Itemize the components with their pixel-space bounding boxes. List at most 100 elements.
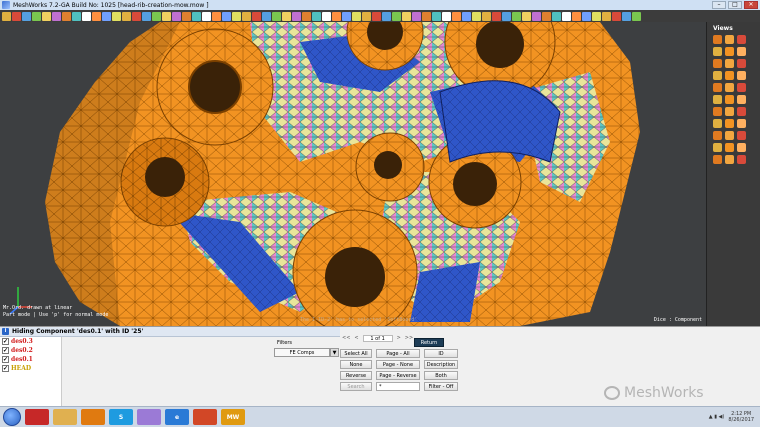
component-checkbox[interactable]: ✓ [2,338,9,345]
view-tool-icon[interactable] [737,47,746,56]
view-tool-icon[interactable] [725,59,734,68]
view-tool-icon[interactable] [725,95,734,104]
none-button[interactable]: None [340,360,372,369]
view-tool-icon[interactable] [737,35,746,44]
taskbar-app-media[interactable] [81,409,105,425]
toolbar-tool-icon[interactable] [32,11,41,21]
view-tool-icon[interactable] [737,107,746,116]
view-tool-icon[interactable] [725,47,734,56]
return-button[interactable]: Return [414,338,444,347]
toolbar-tool-icon[interactable] [352,11,361,21]
toolbar-tool-icon[interactable] [632,11,641,21]
id-button[interactable]: ID [424,349,458,358]
taskbar-app-powerpoint[interactable] [193,409,217,425]
filter-type-select[interactable]: FE Comps [274,348,330,357]
view-tool-icon[interactable] [713,59,722,68]
close-button[interactable]: ✕ [744,1,758,9]
view-tool-icon[interactable] [725,71,734,80]
toolbar-tool-icon[interactable] [432,11,441,21]
toolbar-tool-icon[interactable] [362,11,371,21]
toolbar-tool-icon[interactable] [12,11,21,21]
both-button[interactable]: Both [424,371,458,380]
toolbar-tool-icon[interactable] [212,11,221,21]
clock[interactable]: 2:12 PM 8/26/2017 [728,411,754,423]
taskbar-app-ie[interactable]: e [165,409,189,425]
toolbar-tool-icon[interactable] [42,11,51,21]
toolbar-tool-icon[interactable] [272,11,281,21]
view-tool-icon[interactable] [713,107,722,116]
toolbar-tool-icon[interactable] [2,11,11,21]
toolbar-tool-icon[interactable] [82,11,91,21]
view-tool-icon[interactable] [725,119,734,128]
toolbar-tool-icon[interactable] [512,11,521,21]
toolbar-tool-icon[interactable] [592,11,601,21]
view-tool-icon[interactable] [713,47,722,56]
component-checkbox[interactable]: ✓ [2,347,9,354]
view-tool-icon[interactable] [713,83,722,92]
component-row[interactable]: ✓ des0.1 [0,355,61,364]
reverse-button[interactable]: Reverse [340,371,372,380]
toolbar-tool-icon[interactable] [342,11,351,21]
view-tool-icon[interactable] [737,131,746,140]
search-input[interactable]: * [376,382,420,391]
view-tool-icon[interactable] [725,83,734,92]
view-tool-icon[interactable] [725,35,734,44]
toolbar-tool-icon[interactable] [402,11,411,21]
toolbar-tool-icon[interactable] [172,11,181,21]
toolbar-tool-icon[interactable] [412,11,421,21]
toolbar-tool-icon[interactable] [52,11,61,21]
view-tool-icon[interactable] [713,35,722,44]
toolbar-tool-icon[interactable] [132,11,141,21]
toolbar-tool-icon[interactable] [332,11,341,21]
toolbar-tool-icon[interactable] [102,11,111,21]
chevron-down-icon[interactable]: ▼ [330,348,339,357]
view-tool-icon[interactable] [725,107,734,116]
toolbar-tool-icon[interactable] [382,11,391,21]
toolbar-tool-icon[interactable] [112,11,121,21]
view-tool-icon[interactable] [737,83,746,92]
view-tool-icon[interactable] [725,143,734,152]
component-checkbox[interactable]: ✓ [2,356,9,363]
view-tool-icon[interactable] [713,71,722,80]
view-tool-icon[interactable] [737,155,746,164]
toolbar-tool-icon[interactable] [202,11,211,21]
toolbar-tool-icon[interactable] [582,11,591,21]
view-tool-icon[interactable] [737,59,746,68]
toolbar-tool-icon[interactable] [472,11,481,21]
toolbar-tool-icon[interactable] [622,11,631,21]
toolbar-tool-icon[interactable] [292,11,301,21]
toolbar-tool-icon[interactable] [442,11,451,21]
first-page-icon[interactable]: << [342,335,350,341]
toolbar-tool-icon[interactable] [92,11,101,21]
toolbar-tool-icon[interactable] [392,11,401,21]
toolbar-tool-icon[interactable] [422,11,431,21]
last-page-icon[interactable]: >> [405,335,413,341]
view-tool-icon[interactable] [713,131,722,140]
toolbar-tool-icon[interactable] [522,11,531,21]
toolbar-tool-icon[interactable] [322,11,331,21]
filter-off-button[interactable]: Filter - Off [424,382,458,391]
minimize-button[interactable]: – [712,1,726,9]
next-page-icon[interactable]: > [397,335,401,341]
description-button[interactable]: Description [424,360,458,369]
toolbar-tool-icon[interactable] [282,11,291,21]
toolbar-tool-icon[interactable] [72,11,81,21]
page-none-button[interactable]: Page - None [376,360,420,369]
page-reverse-button[interactable]: Page - Reverse [376,371,420,380]
view-tool-icon[interactable] [713,155,722,164]
toolbar-tool-icon[interactable] [502,11,511,21]
toolbar-tool-icon[interactable] [602,11,611,21]
toolbar-tool-icon[interactable] [142,11,151,21]
view-tool-icon[interactable] [725,131,734,140]
taskbar-app-pdf[interactable] [25,409,49,425]
start-button[interactable] [3,408,21,426]
toolbar-tool-icon[interactable] [252,11,261,21]
toolbar-tool-icon[interactable] [492,11,501,21]
toolbar-tool-icon[interactable] [532,11,541,21]
search-button[interactable]: Search [340,382,372,391]
toolbar-tool-icon[interactable] [552,11,561,21]
view-tool-icon[interactable] [737,119,746,128]
select-all-button[interactable]: Select All [340,349,372,358]
view-tool-icon[interactable] [725,155,734,164]
toolbar-tool-icon[interactable] [542,11,551,21]
